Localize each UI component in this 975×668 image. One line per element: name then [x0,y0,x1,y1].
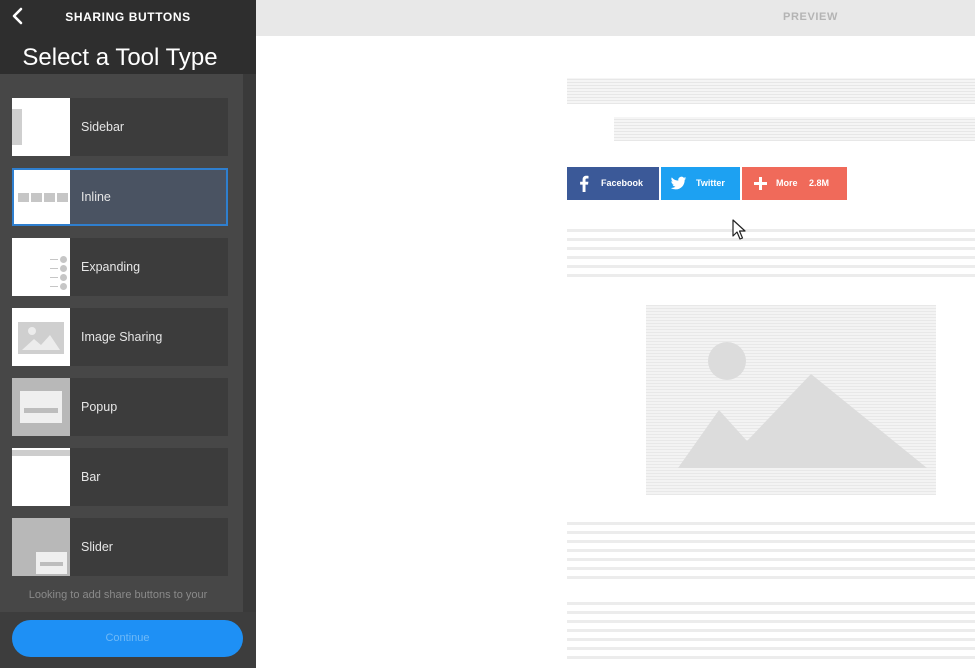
text-placeholder-line [567,656,975,659]
text-placeholder-line [567,540,975,543]
facebook-share-button[interactable]: Facebook [567,167,659,200]
footer-note: Looking to add share buttons to your [28,589,208,601]
text-placeholder-line [567,558,975,561]
mouse-cursor-icon [732,219,746,241]
tool-option-sidebar[interactable]: Sidebar [12,98,228,156]
panel-title: SHARING BUTTONS [65,10,191,24]
tool-label: Image Sharing [81,330,163,344]
back-arrow-icon[interactable] [10,6,28,28]
text-placeholder-line [567,229,975,232]
popup-thumbnail [12,378,70,436]
text-placeholder-line [567,265,975,268]
text-placeholder-line [567,611,975,614]
text-placeholder-line [567,256,975,259]
share-count: 2.8M [809,178,830,188]
image-sharing-thumbnail [12,308,70,366]
text-placeholder-line [567,647,975,650]
tool-label: Inline [81,190,111,204]
tool-label: Bar [81,470,101,484]
twitter-label: Twitter [696,178,725,188]
tool-label: Sidebar [81,120,125,134]
tool-label: Expanding [81,260,141,274]
tool-type-panel: SHARING BUTTONS Select a Tool Type Sideb… [0,0,256,668]
facebook-icon [576,175,593,192]
text-placeholder-line [567,274,975,277]
preview-panel: PREVIEW Facebook Twitter More 2.8M [256,0,975,668]
tool-option-image-sharing[interactable]: Image Sharing [12,308,228,366]
text-placeholder-line [567,620,975,623]
bar-thumbnail [12,448,70,506]
text-placeholder-line [567,629,975,632]
app-window: SHARING BUTTONS Select a Tool Type Sideb… [0,0,975,668]
more-label: More [776,178,798,188]
tool-label: Slider [81,540,113,554]
tool-option-slider[interactable]: Slider [12,518,228,576]
section-title: Select a Tool Type [22,44,218,71]
text-placeholder-line [567,247,975,250]
plus-icon [752,175,769,192]
preview-label: PREVIEW [783,11,838,23]
tool-option-expanding[interactable]: Expanding [12,238,228,296]
slider-thumbnail [12,518,70,576]
text-placeholder-line [567,638,975,641]
subheading-placeholder [614,117,975,141]
text-placeholder-line [567,567,975,570]
twitter-icon [670,175,687,192]
text-placeholder-line [567,522,975,525]
sidebar-thumbnail [12,98,70,156]
more-share-button[interactable]: More 2.8M [742,167,847,200]
text-placeholder-line [567,531,975,534]
twitter-share-button[interactable]: Twitter [661,167,740,200]
text-placeholder-line [567,238,975,241]
tool-option-popup[interactable]: Popup [12,378,228,436]
expanding-thumbnail [12,238,70,296]
tool-label: Popup [81,400,118,414]
text-placeholder-line [567,549,975,552]
tool-option-bar[interactable]: Bar [12,448,228,506]
text-placeholder-line [567,602,975,605]
tool-option-inline[interactable]: Inline [12,168,228,226]
facebook-label: Facebook [601,178,644,188]
scrollbar[interactable] [243,74,256,619]
continue-button[interactable]: Continue [12,620,243,657]
image-placeholder-icon [646,305,936,495]
text-placeholder-line [567,576,975,579]
inline-thumbnail [14,170,70,224]
heading-placeholder [567,78,975,104]
